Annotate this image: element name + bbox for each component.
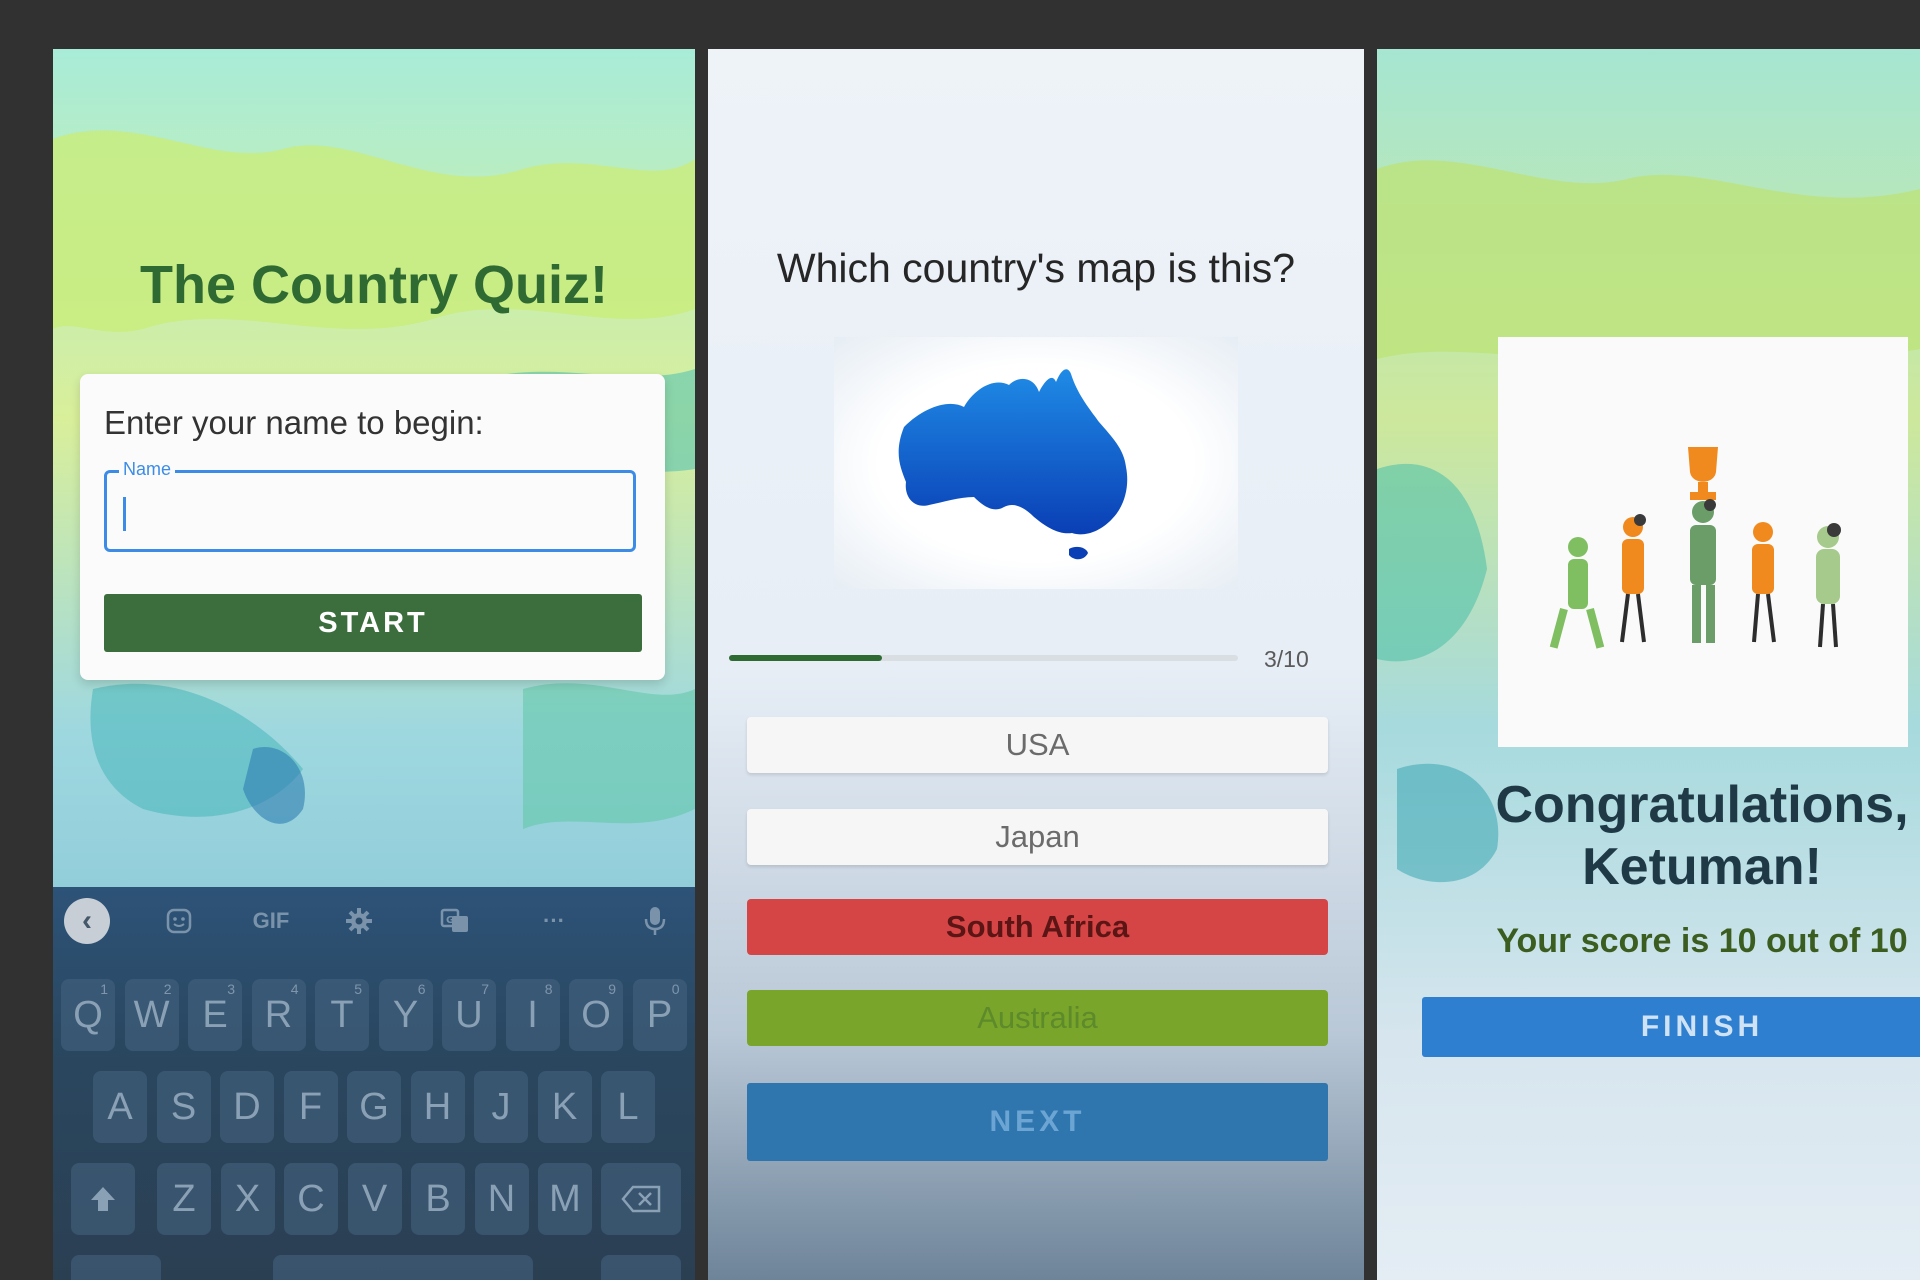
key-letter: O — [581, 993, 611, 1036]
name-entry-card: Enter your name to begin: Name START — [80, 374, 665, 680]
start-screen: The Country Quiz! Enter your name to beg… — [53, 49, 695, 1280]
key-o[interactable]: O9 — [569, 979, 623, 1051]
key-d[interactable]: D — [220, 1071, 274, 1143]
question-screen: Which country's map is this? 3/10 USA Ja… — [708, 49, 1364, 1280]
name-input[interactable]: Name — [104, 459, 636, 552]
key-l[interactable]: L — [601, 1071, 655, 1143]
more-options-icon[interactable]: ··· — [529, 901, 579, 941]
score-text: Your score is 10 out of 10 — [1496, 922, 1908, 960]
svg-text:G: G — [446, 915, 454, 926]
enter-key[interactable] — [601, 1255, 681, 1280]
option-australia[interactable]: Australia — [747, 990, 1328, 1046]
key-letter: U — [455, 993, 483, 1036]
keyboard-back-icon[interactable]: ‹ — [64, 898, 110, 944]
shift-key[interactable] — [71, 1163, 135, 1235]
progress-label: 3/10 — [1264, 646, 1309, 672]
symbols-key[interactable] — [71, 1255, 161, 1280]
key-w[interactable]: W2 — [124, 979, 179, 1051]
option-usa[interactable]: USA — [747, 717, 1328, 773]
name-field-label: Name — [119, 459, 176, 480]
key-c[interactable]: C — [284, 1163, 338, 1235]
quiz-progress-bar — [729, 655, 1238, 661]
key-hint: 1 — [100, 981, 108, 997]
key-v[interactable]: V — [347, 1163, 402, 1235]
key-x[interactable]: X — [220, 1163, 275, 1235]
key-z[interactable]: Z — [157, 1163, 211, 1235]
key-hint: 8 — [544, 981, 553, 997]
key-a[interactable]: A — [93, 1071, 147, 1143]
key-hint: 2 — [163, 981, 172, 997]
option-japan[interactable]: Japan — [747, 809, 1328, 865]
key-letter: R — [264, 993, 293, 1036]
key-g[interactable]: G — [347, 1071, 401, 1143]
key-letter: Q — [73, 993, 103, 1036]
key-hint: 4 — [290, 981, 299, 997]
key-i[interactable]: I8 — [505, 979, 560, 1051]
start-button[interactable]: START — [104, 594, 642, 652]
key-h[interactable]: H — [410, 1071, 465, 1143]
result-screen: Congratulations, Ketuman! Your score is … — [1377, 49, 1920, 1280]
key-hint: 9 — [608, 981, 616, 997]
key-r[interactable]: R4 — [251, 979, 306, 1051]
key-j[interactable]: J — [474, 1071, 528, 1143]
key-hint: 3 — [227, 981, 235, 997]
on-screen-keyboard: ‹ GIF G ··· Q1W2E3R4T5Y6U7I8O9P0 ASDFGHJ… — [53, 887, 695, 1280]
finish-button[interactable]: FINISH — [1422, 997, 1920, 1057]
quiz-progress-fill — [729, 655, 882, 661]
key-e[interactable]: E3 — [188, 979, 242, 1051]
microphone-icon[interactable] — [635, 901, 675, 941]
key-f[interactable]: F — [283, 1071, 338, 1143]
congratulations-line-1: Congratulations, — [1495, 776, 1909, 834]
key-p[interactable]: P0 — [632, 979, 687, 1051]
key-letter: E — [202, 993, 228, 1036]
backspace-key[interactable] — [601, 1163, 681, 1235]
app-title: The Country Quiz! — [140, 255, 608, 315]
key-y[interactable]: Y6 — [378, 979, 433, 1051]
text-caret — [123, 497, 126, 531]
country-map-image — [834, 337, 1238, 589]
key-n[interactable]: N — [474, 1163, 529, 1235]
key-letter: T — [330, 993, 354, 1036]
spacebar[interactable] — [273, 1255, 533, 1280]
key-letter: P — [646, 993, 673, 1036]
congratulations-line-2: Ketuman! — [1582, 838, 1822, 896]
name-prompt: Enter your name to begin: — [104, 404, 484, 441]
key-m[interactable]: M — [538, 1163, 592, 1235]
key-b[interactable]: B — [411, 1163, 465, 1235]
gear-icon[interactable] — [337, 901, 381, 941]
keyboard-toolbar: ‹ GIF G ··· — [53, 887, 695, 955]
next-button[interactable]: NEXT — [747, 1083, 1328, 1161]
translate-icon[interactable]: G — [433, 901, 477, 941]
congratulations-heading: Congratulations, Ketuman! — [1377, 774, 1920, 898]
key-letter: Y — [392, 993, 419, 1036]
key-hint: 0 — [671, 981, 680, 997]
sticker-icon[interactable] — [157, 901, 201, 941]
question-text: Which country's map is this? — [776, 245, 1296, 291]
key-q[interactable]: Q1 — [61, 979, 115, 1051]
key-k[interactable]: K — [537, 1071, 592, 1143]
key-hint: 5 — [354, 981, 362, 997]
gif-button[interactable]: GIF — [243, 901, 299, 941]
key-t[interactable]: T5 — [315, 979, 369, 1051]
key-letter: I — [527, 993, 538, 1036]
option-south-africa[interactable]: South Africa — [747, 899, 1328, 955]
celebration-illustration — [1498, 337, 1908, 747]
key-letter: W — [133, 993, 170, 1036]
key-u[interactable]: U7 — [442, 979, 496, 1051]
key-hint: 6 — [417, 981, 426, 997]
key-hint: 7 — [481, 981, 489, 997]
key-s[interactable]: S — [156, 1071, 211, 1143]
